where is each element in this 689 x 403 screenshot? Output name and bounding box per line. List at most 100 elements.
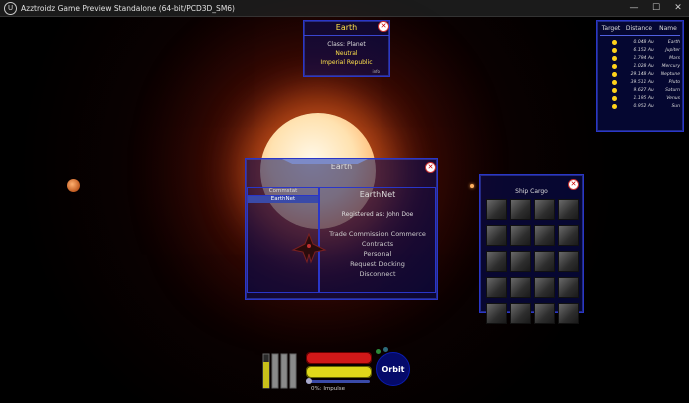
energy-bar-fill bbox=[307, 367, 371, 377]
target-row[interactable]: 29.148 Au Neptune bbox=[600, 70, 680, 78]
target-list-panel: Target Distance Name 0.048 Au Earth 6.152 … bbox=[596, 20, 684, 132]
target-name: Jupiter bbox=[665, 47, 680, 53]
cargo-slot[interactable] bbox=[510, 303, 531, 324]
target-row[interactable]: 0.048 Au Earth bbox=[600, 38, 680, 46]
close-window-button[interactable]: ✕ bbox=[667, 0, 689, 16]
cargo-slot[interactable] bbox=[486, 303, 507, 324]
target-select-icon[interactable] bbox=[612, 87, 617, 93]
cargo-slot[interactable] bbox=[534, 303, 555, 324]
target-select-icon[interactable] bbox=[612, 47, 617, 53]
planet-distant[interactable] bbox=[470, 184, 474, 188]
close-icon[interactable]: ✕ bbox=[568, 179, 579, 190]
hull-bar bbox=[306, 352, 372, 364]
cargo-slot[interactable] bbox=[510, 251, 531, 272]
maximize-button[interactable]: ☐ bbox=[645, 0, 667, 16]
cargo-slot[interactable] bbox=[534, 199, 555, 220]
cargo-slot[interactable] bbox=[486, 251, 507, 272]
target-status: Neutral bbox=[335, 50, 358, 57]
target-distance: 39.511 Au bbox=[630, 79, 654, 85]
col-name: Name bbox=[659, 24, 677, 32]
target-name: Pluto bbox=[668, 79, 680, 85]
cargo-slot[interactable] bbox=[534, 225, 555, 246]
target-select-icon[interactable] bbox=[612, 63, 617, 69]
target-distance: 1.195 Au bbox=[633, 95, 654, 101]
commstat-header: Commstat bbox=[248, 188, 318, 196]
target-row[interactable]: 1.195 Au Venus bbox=[600, 94, 680, 102]
target-name: Mars bbox=[669, 55, 680, 61]
status-light-icon bbox=[383, 347, 388, 352]
speed-label: 0%: Impulse bbox=[311, 386, 346, 392]
target-distance: 1.028 Au bbox=[633, 63, 654, 69]
comm-tab-decoration bbox=[282, 159, 368, 164]
speed-slider-knob[interactable] bbox=[306, 378, 312, 384]
orbit-button[interactable]: Orbit bbox=[376, 352, 410, 386]
cargo-slot[interactable] bbox=[486, 199, 507, 220]
target-distance: 6.152 Au bbox=[633, 47, 654, 53]
target-select-icon[interactable] bbox=[612, 79, 617, 85]
cargo-slot[interactable] bbox=[558, 251, 579, 272]
cargo-slot[interactable] bbox=[534, 251, 555, 272]
unreal-logo-icon: U bbox=[4, 1, 17, 15]
target-select-icon[interactable] bbox=[612, 95, 617, 101]
ship-cargo-panel: ✕ Ship Cargo bbox=[479, 174, 584, 324]
option-disconnect[interactable]: Disconnect bbox=[320, 269, 435, 279]
cargo-slot[interactable] bbox=[558, 277, 579, 298]
channel-item-earthnet[interactable]: EarthNet bbox=[248, 196, 318, 203]
planet-mars[interactable] bbox=[67, 179, 80, 192]
cargo-title: Ship Cargo bbox=[515, 188, 548, 195]
cargo-slot[interactable] bbox=[558, 225, 579, 246]
target-name: Mercury bbox=[661, 63, 680, 69]
target-distance: 0.952 Au bbox=[633, 103, 654, 109]
option-trade[interactable]: Trade Commission Commerce bbox=[320, 229, 435, 239]
target-select-icon[interactable] bbox=[612, 103, 617, 109]
title-bar[interactable]: U Azztroidz Game Preview Standalone (64-… bbox=[0, 0, 689, 17]
target-name: Sun bbox=[671, 103, 680, 109]
option-contracts[interactable]: Contracts bbox=[320, 239, 435, 249]
option-personal[interactable]: Personal bbox=[320, 249, 435, 259]
target-row[interactable]: 1.028 Au Mercury bbox=[600, 62, 680, 70]
target-info-title: Earth bbox=[304, 21, 389, 36]
comm-panel: Earth ✕ Commstat EarthNet EarthNet Regis… bbox=[245, 158, 438, 300]
target-distance: 1.794 Au bbox=[633, 55, 654, 61]
target-name: Neptune bbox=[660, 71, 680, 77]
close-icon[interactable]: ✕ bbox=[378, 21, 389, 32]
cargo-slot[interactable] bbox=[510, 225, 531, 246]
comm-content: EarthNet Registered as: John Doe Trade C… bbox=[319, 187, 436, 293]
option-request-docking[interactable]: Request Docking bbox=[320, 259, 435, 269]
cargo-slot[interactable] bbox=[510, 199, 531, 220]
cargo-slot[interactable] bbox=[534, 277, 555, 298]
target-distance: 0.048 Au bbox=[633, 39, 654, 45]
target-row[interactable]: 39.511 Au Pluto bbox=[600, 78, 680, 86]
target-distance: 29.148 Au bbox=[630, 71, 654, 77]
target-name: Earth bbox=[667, 39, 680, 45]
target-row[interactable]: 6.152 Au Jupiter bbox=[600, 46, 680, 54]
col-distance: Distance bbox=[625, 24, 653, 32]
target-row[interactable]: 0.952 Au Sun bbox=[600, 102, 680, 110]
cargo-slot[interactable] bbox=[558, 303, 579, 324]
target-select-icon[interactable] bbox=[612, 39, 617, 45]
speed-slider[interactable] bbox=[306, 378, 370, 384]
target-name: Saturn bbox=[665, 87, 680, 93]
cargo-slot[interactable] bbox=[486, 277, 507, 298]
cargo-slot[interactable] bbox=[486, 225, 507, 246]
target-row[interactable]: 9.627 Au Saturn bbox=[600, 86, 680, 94]
player-ship-icon[interactable] bbox=[291, 232, 327, 264]
cargo-slot[interactable] bbox=[510, 277, 531, 298]
target-row[interactable]: 1.794 Au Mars bbox=[600, 54, 680, 62]
info-tag[interactable]: info bbox=[372, 69, 380, 74]
col-target: Target bbox=[601, 24, 621, 32]
window-title: Azztroidz Game Preview Standalone (64-bi… bbox=[21, 3, 235, 13]
minimize-button[interactable]: — bbox=[623, 0, 645, 16]
game-window: U Azztroidz Game Preview Standalone (64-… bbox=[0, 0, 689, 403]
target-select-icon[interactable] bbox=[612, 55, 617, 61]
cargo-slot[interactable] bbox=[558, 199, 579, 220]
target-name: Venus bbox=[666, 95, 680, 101]
registered-as: Registered as: John Doe bbox=[341, 211, 414, 218]
net-title: EarthNet bbox=[359, 190, 396, 199]
close-icon[interactable]: ✕ bbox=[425, 162, 436, 173]
hull-bar-fill bbox=[307, 353, 371, 363]
target-select-icon[interactable] bbox=[612, 71, 617, 77]
throttle-gauge[interactable] bbox=[262, 352, 302, 390]
target-distance: 9.627 Au bbox=[633, 87, 654, 93]
target-faction: Imperial Republic bbox=[320, 59, 373, 66]
